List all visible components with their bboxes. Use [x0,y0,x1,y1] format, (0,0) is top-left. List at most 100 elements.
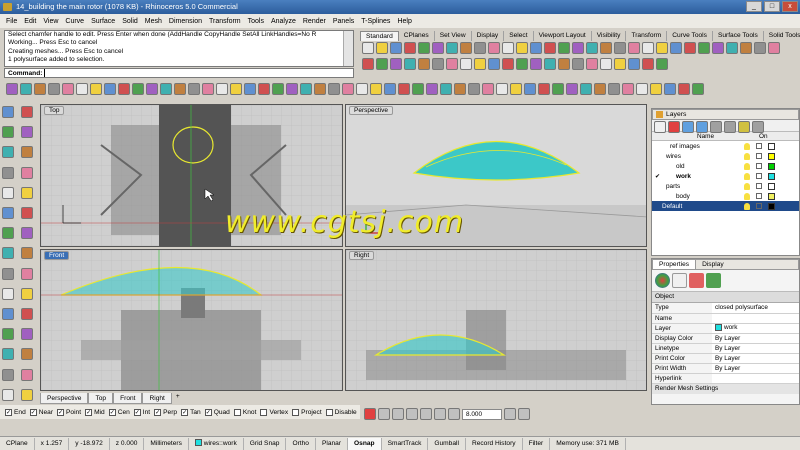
layers-tab[interactable]: Layers [666,110,686,120]
standard-tool-b-18-icon[interactable] [600,58,612,70]
left-tool-28-icon[interactable] [21,368,33,381]
standard-tool-1-icon[interactable] [362,42,374,54]
tab-viewport-layout[interactable]: Viewport Layout [534,31,592,41]
standard-tool-22-icon[interactable] [656,42,668,54]
osnap-cen-checkbox[interactable]: ✓ Cen [108,408,130,416]
layer-visibility-bulb-icon[interactable] [744,182,750,190]
main-tool-40-icon[interactable] [552,83,564,95]
layer-color-swatch[interactable] [768,182,775,190]
osnap-vertex-checkbox[interactable]: Vertex [260,408,288,416]
layer-lock-icon[interactable] [756,153,762,159]
main-tool-34-icon[interactable] [468,83,480,95]
standard-tool-28-icon[interactable] [740,42,752,54]
viewport-front[interactable]: Front [40,249,343,391]
main-tool-47-icon[interactable] [650,83,662,95]
osnap-knot-checkbox[interactable]: Knot [233,408,256,416]
main-tool-7-icon[interactable] [90,83,102,95]
osnap-disable-checkbox[interactable]: Disable [325,408,357,416]
layer-color-swatch[interactable] [768,202,775,210]
left-tool-27-icon[interactable] [2,368,14,381]
layer-visibility-bulb-icon[interactable] [744,202,750,210]
gumball-tool-5-icon[interactable] [420,408,432,420]
viewport-title-right[interactable]: Right [349,251,375,260]
osnap-perp-checkbox[interactable]: ✓ Perp [154,408,177,416]
layer-lock-icon[interactable] [756,143,762,149]
left-tool-25-icon[interactable] [2,348,14,361]
layer-row[interactable]: Default [652,201,799,211]
menu-help[interactable]: Help [397,18,411,25]
standard-tool-23-icon[interactable] [670,42,682,54]
tab-surface-tools[interactable]: Surface Tools [713,31,764,41]
gumball-tool-3-icon[interactable] [392,408,404,420]
menu-mesh[interactable]: Mesh [145,18,162,25]
left-tool-30-icon[interactable] [21,388,33,401]
layer-row[interactable]: old [652,161,799,171]
left-tool-2-icon[interactable] [21,106,33,118]
object-properties-icon[interactable] [655,273,670,288]
layer-row[interactable]: ref images [652,141,799,151]
osnap-project-checkbox[interactable]: Project [292,408,322,416]
standard-tool-b-4-icon[interactable] [404,58,416,70]
main-tool-12-icon[interactable] [160,83,172,95]
texture-mapping-icon[interactable] [689,273,704,288]
status-toggle-grid-snap[interactable]: Grid Snap [244,437,287,450]
column-name[interactable]: Name [652,132,759,140]
layer-lock-icon[interactable] [756,173,762,179]
standard-tool-21-icon[interactable] [642,42,654,54]
main-tool-37-icon[interactable] [510,83,522,95]
standard-tool-2-icon[interactable] [376,42,388,54]
tab-set-view[interactable]: Set View [435,31,472,41]
standard-tool-19-icon[interactable] [614,42,626,54]
units-label[interactable]: Millimeters [144,437,189,450]
viewport-title-perspective[interactable]: Perspective [349,106,393,115]
main-tool-5-icon[interactable] [62,83,74,95]
main-tool-22-icon[interactable] [300,83,312,95]
main-tool-19-icon[interactable] [258,83,270,95]
main-tool-6-icon[interactable] [76,83,88,95]
main-tool-44-icon[interactable] [608,83,620,95]
standard-tool-b-5-icon[interactable] [418,58,430,70]
main-tool-35-icon[interactable] [482,83,494,95]
layer-visibility-bulb-icon[interactable] [744,192,750,200]
left-tool-21-icon[interactable] [2,307,14,320]
tab-select[interactable]: Select [504,31,534,41]
main-tool-38-icon[interactable] [524,83,536,95]
menu-edit[interactable]: Edit [24,18,36,25]
main-tool-18-icon[interactable] [244,83,256,95]
standard-tool-7-icon[interactable] [446,42,458,54]
maximize-button[interactable]: □ [764,1,780,12]
render-mesh-settings[interactable]: Render Mesh Settings [652,383,799,394]
layer-color-swatch[interactable] [768,172,775,180]
standard-tool-20-icon[interactable] [628,42,640,54]
standard-tool-18-icon[interactable] [600,42,612,54]
status-toggle-record-history[interactable]: Record History [466,437,523,450]
left-tool-22-icon[interactable] [21,307,33,320]
layer-row[interactable]: parts [652,181,799,191]
viewport-tab-right[interactable]: Right [142,393,172,404]
status-toggle-ortho[interactable]: Ortho [286,437,316,450]
gumball-tool-6-icon[interactable] [434,408,446,420]
current-layer[interactable]: wires::work [189,437,244,450]
main-tool-42-icon[interactable] [580,83,592,95]
viewport-tab-front[interactable]: Front [113,393,143,404]
menu-dimension[interactable]: Dimension [169,18,202,25]
status-toggle-filter[interactable]: Filter [523,437,551,450]
tab-properties[interactable]: Properties [653,260,697,269]
standard-tool-10-icon[interactable] [488,42,500,54]
standard-tool-13-icon[interactable] [530,42,542,54]
standard-tool-14-icon[interactable] [544,42,556,54]
standard-tool-b-20-icon[interactable] [628,58,640,70]
tab-transform[interactable]: Transform [626,31,668,41]
left-tool-6-icon[interactable] [21,146,33,159]
layer-lock-icon[interactable] [756,193,762,199]
standard-tool-3-icon[interactable] [390,42,402,54]
curvature-icon[interactable] [706,273,721,288]
status-toggle-osnap[interactable]: Osnap [348,437,382,450]
standard-tool-b-16-icon[interactable] [572,58,584,70]
main-tool-17-icon[interactable] [230,83,242,95]
menu-surface[interactable]: Surface [91,18,115,25]
menu-analyze[interactable]: Analyze [271,18,296,25]
osnap-near-checkbox[interactable]: ✓ Near [29,408,53,416]
main-tool-50-icon[interactable] [692,83,704,95]
left-tool-10-icon[interactable] [21,186,33,199]
